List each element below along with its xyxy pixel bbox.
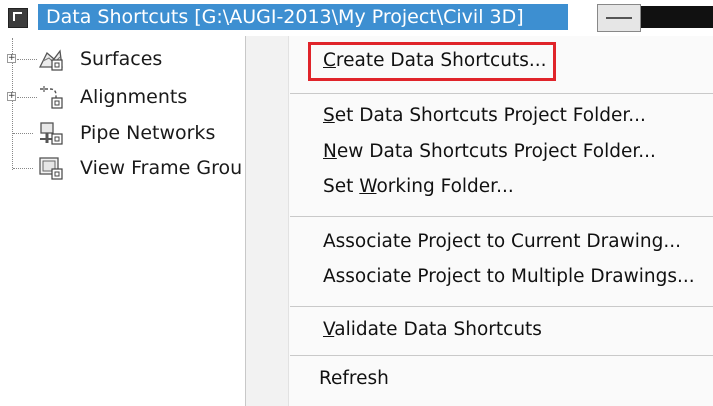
- menu-item-associate-current-drawing[interactable]: Associate Project to Current Drawing...: [323, 230, 681, 254]
- tree-branch-line: [13, 133, 33, 134]
- menu-item-associate-multiple-drawings[interactable]: Associate Project to Multiple Drawings..…: [323, 265, 695, 289]
- context-menu-text-area: [288, 36, 713, 406]
- menu-item-refresh[interactable]: Refresh: [319, 367, 389, 391]
- surface-icon: [38, 47, 64, 71]
- tree-item-alignments[interactable]: + Alignments: [0, 82, 250, 112]
- data-shortcuts-icon: [8, 8, 28, 28]
- tree-item-label: Pipe Networks: [80, 122, 216, 144]
- menu-separator: [290, 216, 713, 217]
- context-menu: [245, 36, 713, 406]
- data-shortcuts-node-label[interactable]: Data Shortcuts [G:\AUGI-2013\My Project\…: [38, 4, 568, 30]
- menu-separator: [290, 93, 713, 94]
- tree-item-surfaces[interactable]: + Surfaces: [0, 44, 250, 74]
- menu-item-set-project-folder[interactable]: Set Data Shortcuts Project Folder...: [323, 104, 646, 128]
- tree-item-pipe-networks[interactable]: Pipe Networks: [0, 118, 250, 148]
- menu-separator: [290, 306, 713, 307]
- menu-separator: [290, 355, 713, 356]
- pipe-network-icon: [38, 121, 64, 145]
- menu-item-new-project-folder[interactable]: New Data Shortcuts Project Folder...: [323, 140, 656, 164]
- tree-branch-line: [17, 97, 37, 98]
- menu-item-set-working-folder[interactable]: Set Working Folder...: [323, 175, 514, 199]
- expand-plus-icon[interactable]: +: [7, 54, 16, 63]
- expand-plus-icon[interactable]: +: [7, 92, 16, 101]
- scrollbar-thumb[interactable]: [597, 4, 641, 32]
- tree-item-label: Alignments: [80, 86, 188, 108]
- tree-item-label: View Frame Grou: [80, 157, 243, 179]
- view-frame-group-icon: [38, 156, 64, 180]
- tree-item-label: Surfaces: [80, 48, 163, 70]
- alignment-icon: [38, 85, 64, 109]
- data-shortcuts-header: Data Shortcuts [G:\AUGI-2013\My Project\…: [0, 0, 713, 34]
- highlight-box: [308, 42, 556, 81]
- tree-branch-line: [17, 59, 37, 60]
- tree-item-view-frame-groups[interactable]: View Frame Grou: [0, 153, 250, 183]
- tree-branch-line: [13, 168, 33, 169]
- menu-item-validate-data-shortcuts[interactable]: Validate Data Shortcuts: [323, 318, 542, 342]
- prospector-tree: + Surfaces + Alignments Pipe Networks Vi…: [0, 38, 250, 198]
